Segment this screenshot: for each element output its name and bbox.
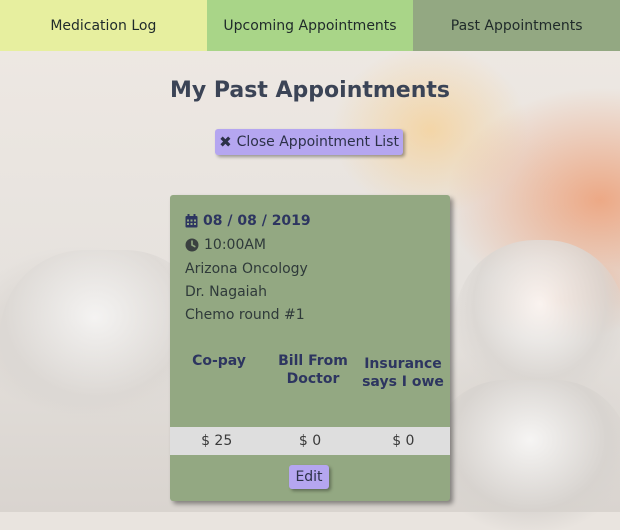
appointment-location: Arizona Oncology xyxy=(185,261,308,277)
appointment-date: 08 / 08 / 2019 xyxy=(203,213,311,229)
tab-medication-log[interactable]: Medication Log xyxy=(0,0,207,51)
appointment-card: 08 / 08 / 2019 10:00AM Arizona Oncology … xyxy=(170,195,450,501)
tab-past-appointments[interactable]: Past Appointments xyxy=(413,0,620,51)
column-header-copay: Co-pay xyxy=(192,353,246,369)
tab-upcoming-appointments[interactable]: Upcoming Appointments xyxy=(206,0,414,51)
page-title: My Past Appointments xyxy=(169,78,451,103)
background-pill xyxy=(430,380,620,530)
appointment-note: Chemo round #1 xyxy=(185,307,305,323)
appointment-doctor: Dr. Nagaiah xyxy=(185,284,268,300)
appointment-time-row: 10:00AM xyxy=(185,237,266,253)
tab-label: Past Appointments xyxy=(450,17,583,34)
close-appointment-list-button[interactable]: ✖ Close Appointment List xyxy=(215,129,403,155)
calendar-icon xyxy=(185,214,198,228)
bill-value: $ 0 xyxy=(298,433,322,449)
column-header-bill: Bill From Doctor xyxy=(278,353,348,387)
appointment-date-row: 08 / 08 / 2019 xyxy=(185,213,311,229)
close-icon: ✖ xyxy=(219,133,232,151)
copay-value: $ 25 xyxy=(201,433,233,449)
background-pill xyxy=(455,240,620,400)
tab-label: Medication Log xyxy=(50,17,157,34)
insurance-owe-value: $ 0 xyxy=(392,433,415,449)
tab-label: Upcoming Appointments xyxy=(223,17,397,34)
close-button-label: Close Appointment List xyxy=(236,134,399,150)
appointment-time: 10:00AM xyxy=(204,237,267,253)
top-navigation: Medication Log Upcoming Appointments Pas… xyxy=(0,0,620,51)
column-header-insurance: Insurance says I owe xyxy=(362,356,444,390)
edit-button[interactable]: Edit xyxy=(289,465,329,489)
amounts-row: $ 25 $ 0 $ 0 xyxy=(170,427,450,455)
clock-icon xyxy=(185,238,199,252)
